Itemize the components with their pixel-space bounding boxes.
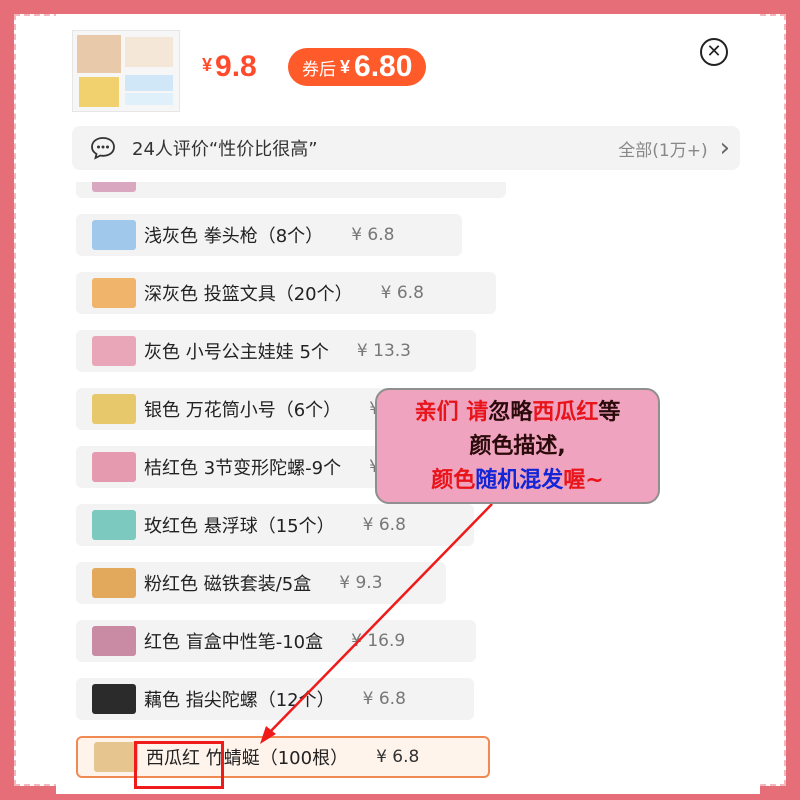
fidget-spinner-icon <box>92 684 136 714</box>
notice-line-1: 亲们 请忽略西瓜红等 <box>414 400 621 425</box>
sku-option-name: 粉红色 磁铁套装/5盒 <box>144 574 312 595</box>
toy-icon <box>92 182 136 192</box>
sku-option-name: 玫红色 悬浮球（15个） <box>144 516 335 537</box>
sku-option-name: 桔红色 3节变形陀螺-9个 <box>144 458 342 479</box>
sku-option[interactable]: 红色 盲盒中性笔-10盒 ¥ 16.9 <box>76 620 476 662</box>
notice-line-3: 颜色随机混发喔~ <box>431 468 604 493</box>
sku-option-price: ¥ 6.8 <box>380 283 424 303</box>
sku-option-name: 藕色 指尖陀螺（12个） <box>144 690 335 711</box>
sku-option-name: 深灰色 投篮文具（20个） <box>144 284 353 305</box>
gel-pen-icon <box>92 626 136 656</box>
magnet-set-icon <box>92 568 136 598</box>
color-notice-box: 亲们 请忽略西瓜红等 颜色描述, 颜色随机混发喔~ <box>375 388 660 504</box>
sku-option[interactable]: 浅灰色 拳头枪（8个） ¥ 6.8 <box>76 214 462 256</box>
sku-option-price: ¥ 6.8 <box>376 747 420 767</box>
basketball-stationery-icon <box>92 278 136 308</box>
sku-option-name: 红色 盲盒中性笔-10盒 <box>144 632 324 653</box>
review-summary-text: 24人评价“性价比很高” <box>132 139 318 160</box>
product-price: ¥9.8 <box>202 50 257 83</box>
comment-bubble-icon <box>91 137 115 160</box>
coupon-price-badge: 券后 ¥ 6.80 <box>288 48 427 86</box>
sku-option-partial[interactable] <box>76 182 506 198</box>
highlight-box <box>134 741 224 789</box>
sku-option-name: 灰色 小号公主娃娃 5个 <box>144 342 329 363</box>
sku-option-price: ¥ 6.8 <box>351 225 395 245</box>
sku-option[interactable]: 玫红色 悬浮球（15个） ¥ 6.8 <box>76 504 474 546</box>
sku-option[interactable]: 粉红色 磁铁套装/5盒 ¥ 9.3 <box>76 562 446 604</box>
sku-option-price: ¥ 9.3 <box>339 573 383 593</box>
water-gun-icon <box>92 220 136 250</box>
sku-option-name: 浅灰色 拳头枪（8个） <box>144 226 324 247</box>
sku-option[interactable]: 灰色 小号公主娃娃 5个 ¥ 13.3 <box>76 330 476 372</box>
sku-option-price: ¥ 6.8 <box>362 515 406 535</box>
review-summary-bar[interactable]: 24人评价“性价比很高” 全部(1万+) › <box>72 126 740 170</box>
sku-option-price: ¥ 13.3 <box>356 341 411 361</box>
close-icon[interactable]: ✕ <box>700 38 728 66</box>
product-thumbnail[interactable] <box>72 30 180 112</box>
doll-icon <box>92 336 136 366</box>
bamboo-dragonfly-icon <box>94 742 138 772</box>
sku-option-price: ¥ 16.9 <box>351 631 406 651</box>
kaleidoscope-icon <box>92 394 136 424</box>
sku-option-name: 银色 万花筒小号（6个） <box>144 400 342 421</box>
sku-option[interactable]: 藕色 指尖陀螺（12个） ¥ 6.8 <box>76 678 474 720</box>
notice-line-2: 颜色描述, <box>469 434 566 459</box>
sku-option[interactable]: 深灰色 投篮文具（20个） ¥ 6.8 <box>76 272 496 314</box>
spinning-top-icon <box>92 452 136 482</box>
floating-ball-icon <box>92 510 136 540</box>
chevron-right-icon: › <box>719 133 730 163</box>
all-reviews-link[interactable]: 全部(1万+) <box>618 136 707 161</box>
sku-option-price: ¥ 6.8 <box>362 689 406 709</box>
